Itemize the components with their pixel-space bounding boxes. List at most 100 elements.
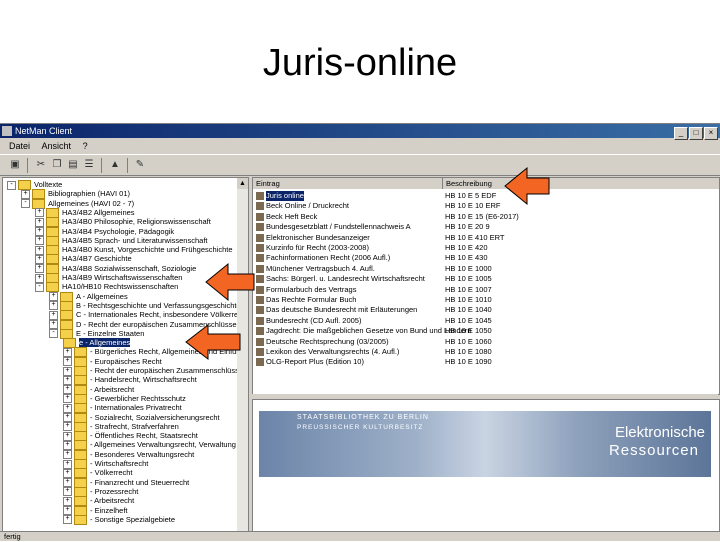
list-row[interactable]: Bundesgesetzblatt / Fundstellennachweis … xyxy=(253,222,719,232)
tree-item-label: - Prozessrecht xyxy=(90,486,139,496)
list-row[interactable]: Das Rechte Formular Buch HB 10 E 1010 xyxy=(253,295,719,305)
collapse-icon[interactable]: - xyxy=(49,329,58,339)
expand-icon[interactable]: + xyxy=(63,515,72,525)
list-row[interactable]: Jagdrecht: Die maßgeblichen Gesetze von … xyxy=(253,326,719,336)
expand-icon[interactable]: + xyxy=(35,236,44,246)
expand-icon[interactable]: + xyxy=(63,459,72,469)
menu-help[interactable]: ? xyxy=(83,141,88,151)
list-row[interactable]: Lexikon des Verwaltungsrechts (4. Aufl.)… xyxy=(253,347,719,357)
expand-icon[interactable]: + xyxy=(63,487,72,497)
details-view-icon[interactable]: ☰ xyxy=(82,158,96,172)
cut-icon[interactable]: ✂ xyxy=(34,158,48,172)
banner-org-line2: PREUSSISCHER KULTURBESITZ xyxy=(297,424,424,431)
resource-icon xyxy=(256,254,264,263)
tree-item-label: - Recht der europäischen Zusammenschlüss… xyxy=(90,366,243,375)
tree-item-label: - Strafrecht, Strafverfahren xyxy=(90,421,179,431)
expand-icon[interactable]: + xyxy=(35,227,44,237)
collapse-icon[interactable]: - xyxy=(35,282,44,292)
expand-icon[interactable]: + xyxy=(63,450,72,460)
list-row[interactable]: Das deutsche Bundesrecht mit Erläuterung… xyxy=(253,305,719,315)
entry-name: Bundesrecht (CD Aufl. 2005) xyxy=(266,315,362,325)
copy-icon[interactable]: ❐ xyxy=(50,158,64,172)
expand-icon[interactable]: + xyxy=(63,422,72,432)
expand-icon[interactable]: + xyxy=(63,394,72,404)
expand-icon[interactable]: + xyxy=(35,264,44,274)
expand-icon[interactable]: + xyxy=(63,375,72,385)
menu-ansicht[interactable]: Ansicht xyxy=(42,141,72,151)
resource-icon xyxy=(256,296,264,304)
expand-icon[interactable]: + xyxy=(63,357,72,367)
tree-item-label: - Öffentliches Recht, Staatsrecht xyxy=(90,431,198,441)
expand-icon[interactable]: + xyxy=(63,506,72,516)
list-row[interactable]: Fachinformationen Recht (2006 Aufl.) HB 1… xyxy=(253,253,719,263)
entry-name: Das deutsche Bundesrecht mit Erläuterung… xyxy=(266,305,418,315)
entry-description: HB 10 E 1000 xyxy=(445,263,492,273)
up-folder-icon[interactable]: ▣ xyxy=(8,158,22,172)
list-row[interactable]: Sachs: Bürgerl. u. Landesrecht Wirtschaf… xyxy=(253,274,719,284)
expand-icon[interactable]: + xyxy=(35,254,44,264)
tree-item-label: - Sonstige Spezialgebiete xyxy=(90,514,176,524)
list-row[interactable]: Deutsche Rechtsprechung (03/2005) HB 10 E… xyxy=(253,337,719,347)
list-row[interactable]: Münchener Vertragsbuch 4. Aufl. HB 10 E 1… xyxy=(253,264,719,274)
expand-icon[interactable]: + xyxy=(63,413,72,423)
expand-icon[interactable]: + xyxy=(63,468,72,478)
column-header-entry[interactable]: Eintrag xyxy=(253,178,443,189)
tree-item-label: - Wirtschaftsrecht xyxy=(90,459,149,468)
run-icon[interactable]: ▲ xyxy=(108,158,122,172)
expand-icon[interactable]: + xyxy=(35,273,44,283)
list-row[interactable]: Kurzinfo für Recht (2003-2008) HB 10 E 42… xyxy=(253,243,719,253)
expand-icon[interactable]: + xyxy=(49,320,58,330)
expand-icon[interactable]: + xyxy=(63,403,72,413)
tree-item[interactable]: + - Sonstige Spezialgebiete xyxy=(63,515,175,525)
list-row[interactable]: Beck Online / Druckrecht HB 10 E 10 ERF xyxy=(253,201,719,211)
entry-description: HB 10 E 1045 xyxy=(445,315,492,325)
help-bulb-icon[interactable]: ✎ xyxy=(133,158,147,172)
expand-icon[interactable]: + xyxy=(63,347,72,357)
expand-icon[interactable]: + xyxy=(63,440,72,450)
list-row[interactable]: Formularbuch des Vertrags HB 10 E 1007 xyxy=(253,285,719,295)
resource-icon xyxy=(256,244,264,252)
paste-icon[interactable]: ▤ xyxy=(66,158,80,172)
expand-icon[interactable]: + xyxy=(49,301,58,311)
resource-icon xyxy=(256,348,264,356)
resource-icon xyxy=(256,275,264,284)
pane-splitter[interactable] xyxy=(252,394,718,398)
tree-item-label: Allgemeines (HAVI 02 - 7) xyxy=(48,198,135,208)
menubar: Datei Ansicht ? xyxy=(0,139,720,153)
expand-icon[interactable]: + xyxy=(63,431,72,441)
expand-icon[interactable]: + xyxy=(35,208,44,218)
tree-item-label: A - Allgemeines xyxy=(76,291,128,301)
entry-name: Münchener Vertragsbuch 4. Aufl. xyxy=(266,263,375,273)
resource-list[interactable]: Eintrag Beschreibung Juris online HB 10 E… xyxy=(252,177,720,395)
entry-description: HB 10 E 20 9 xyxy=(445,222,490,232)
entry-name: Das Rechte Formular Buch xyxy=(266,295,357,304)
collapse-icon[interactable]: - xyxy=(7,180,16,190)
list-row[interactable]: OLG-Report Plus (Edition 10) HB 10 E 1090 xyxy=(253,357,719,367)
expand-icon[interactable]: + xyxy=(49,292,58,302)
list-row[interactable]: Bundesrecht (CD Aufl. 2005) HB 10 E 1045 xyxy=(253,316,719,326)
list-row[interactable]: Juris online HB 10 E 5 EDF xyxy=(253,191,719,201)
expand-icon[interactable]: + xyxy=(63,496,72,506)
tree-item-label: Bibliographien (HAVI 01) xyxy=(48,189,130,199)
list-row[interactable]: Beck Heft Beck HB 10 E 15 (E6-2017) xyxy=(253,212,719,222)
menu-datei[interactable]: Datei xyxy=(9,141,30,151)
scroll-up-icon[interactable]: ▲ xyxy=(237,178,248,189)
tree-item-label: - Handelsrecht, Wirtschaftsrecht xyxy=(90,375,197,385)
toolbar-separator xyxy=(101,158,102,173)
expand-icon[interactable]: + xyxy=(63,366,72,376)
expand-icon[interactable]: + xyxy=(63,385,72,395)
expand-icon[interactable]: + xyxy=(63,478,72,488)
expand-icon[interactable]: + xyxy=(49,310,58,320)
expand-icon[interactable]: + xyxy=(21,189,30,199)
tree-item-label: E - Einzelne Staaten xyxy=(76,328,145,338)
expand-icon[interactable]: + xyxy=(35,245,44,255)
expand-icon[interactable]: + xyxy=(35,217,44,227)
tree-item-label: C - Internationales Recht, insbesondere … xyxy=(76,310,249,320)
resource-icon xyxy=(256,212,264,221)
library-banner: STAATSBIBLIOTHEK ZU BERLIN PREUSSISCHER … xyxy=(259,411,711,477)
collapse-icon[interactable]: - xyxy=(21,199,30,209)
entry-description: HB 10 E 1005 xyxy=(445,274,492,284)
tree-item-label: HA10/HB10 Rechtswissenschaften xyxy=(62,282,179,292)
entry-name: Beck Heft Beck xyxy=(266,211,318,221)
list-row[interactable]: Elektronischer Bundesanzeiger HB 10 E 410… xyxy=(253,233,719,243)
